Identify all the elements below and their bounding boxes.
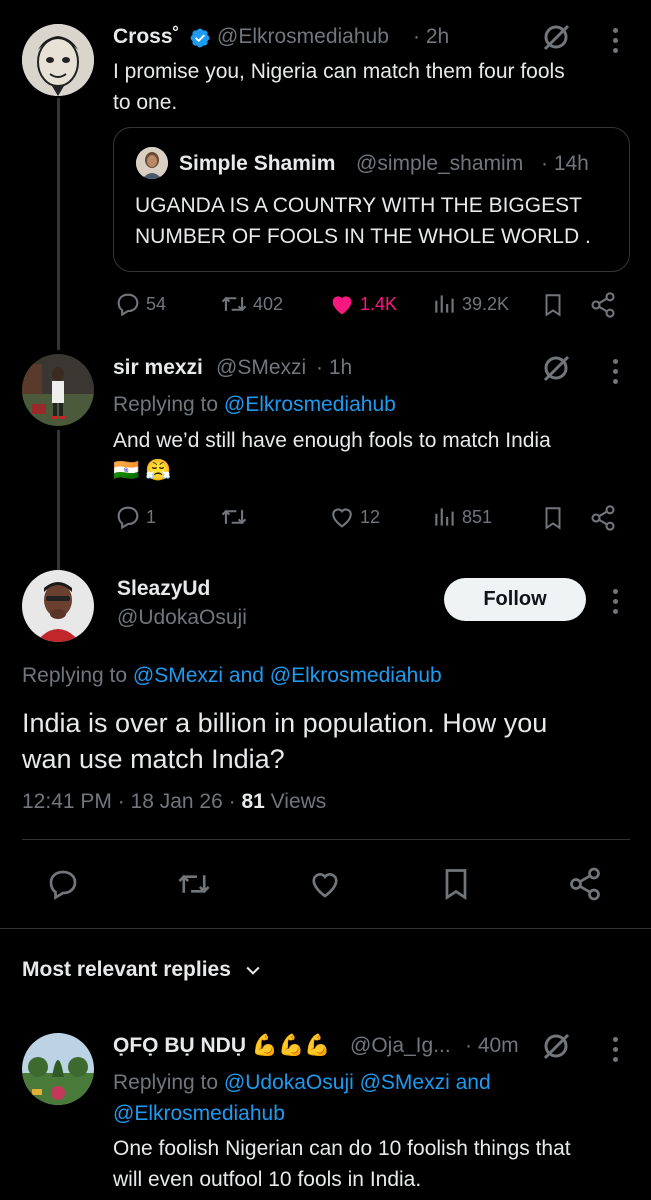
more-options-icon[interactable]	[611, 1037, 619, 1062]
like-count: 12	[360, 506, 381, 527]
share-icon[interactable]	[589, 291, 617, 319]
share-icon[interactable]	[567, 866, 603, 902]
replying-to: Replying to @UdokaOsuji @SMexzi and	[113, 1067, 491, 1098]
more-options-icon[interactable]	[611, 28, 619, 53]
tweet-text-line: to one.	[113, 91, 178, 114]
avatar[interactable]	[22, 354, 94, 426]
quote-timestamp[interactable]: · 14h	[541, 152, 589, 176]
replies-sort-label: Most relevant replies	[22, 958, 231, 981]
reply-icon	[117, 293, 139, 317]
reply-button[interactable]: 1	[114, 503, 156, 531]
tweet-meta: 12:41 PM · 18 Jan 26 · 81 Views	[22, 790, 326, 814]
chevron-down-icon	[246, 966, 260, 975]
heart-icon[interactable]	[307, 866, 343, 902]
views-button[interactable]: 39.2K	[432, 290, 509, 318]
like-button[interactable]: 1.4K	[328, 290, 397, 318]
replies-sort-dropdown[interactable]: Most relevant replies	[22, 958, 263, 982]
tweet-text-line: I promise you, Nigeria can match them fo…	[113, 60, 565, 83]
repost-button[interactable]	[219, 503, 249, 531]
more-options-icon[interactable]	[611, 359, 619, 384]
author-handle[interactable]: @SMexzi	[216, 356, 306, 380]
divider	[22, 839, 630, 840]
repost-icon	[221, 296, 247, 312]
bookmark-icon[interactable]	[540, 291, 566, 319]
avatar[interactable]	[22, 24, 94, 96]
main-tweet-text-line: India is over a billion in population. H…	[22, 708, 548, 738]
grok-icon[interactable]	[541, 353, 571, 383]
grok-icon[interactable]	[541, 1031, 571, 1061]
main-tweet-text-line: wan use match India?	[22, 744, 285, 774]
author-name[interactable]: sir mexzi	[113, 356, 203, 380]
more-options-icon[interactable]	[611, 589, 619, 614]
tweet-timestamp[interactable]: 12:41 PM · 18 Jan 26 ·	[22, 790, 241, 813]
reply-count: 54	[146, 293, 167, 314]
replying-to: Replying to @SMexzi and @Elkrosmediahub	[22, 660, 442, 691]
tweet-text-line: And we’d still have enough fools to matc…	[113, 429, 551, 452]
tweet-text-line: will even outfool 10 fools in India.	[113, 1168, 422, 1191]
author-name[interactable]: SleazyUd	[117, 577, 210, 601]
replying-to-link[interactable]: @SMexzi and @Elkrosmediahub	[133, 664, 442, 687]
bookmark-icon[interactable]	[540, 504, 566, 532]
thread-line	[57, 98, 60, 350]
timestamp[interactable]: · 40m	[465, 1034, 519, 1058]
views-count: 851	[462, 506, 493, 527]
quote-author-name[interactable]: Simple Shamim	[179, 152, 335, 176]
reply-count: 1	[146, 506, 157, 527]
section-divider	[0, 928, 651, 929]
repost-count: 402	[253, 293, 284, 314]
quote-author-handle[interactable]: @simple_shamim	[356, 152, 523, 176]
like-button[interactable]: 12	[328, 503, 380, 531]
heart-icon	[332, 508, 352, 528]
like-count: 1.4K	[360, 293, 398, 314]
bookmark-icon[interactable]	[438, 866, 474, 902]
replying-to: Replying to @Elkrosmediahub	[113, 389, 396, 420]
views-count: 81	[241, 790, 265, 813]
verified-badge-icon	[190, 28, 210, 48]
grok-icon[interactable]	[541, 22, 571, 52]
reply-icon[interactable]	[45, 866, 81, 902]
author-name[interactable]: Cross˚	[113, 25, 180, 49]
repost-icon[interactable]	[175, 866, 213, 902]
repost-icon	[221, 509, 247, 525]
quote-text-line: UGANDA IS A COUNTRY WITH THE BIGGEST	[135, 194, 582, 217]
author-handle[interactable]: @UdokaOsuji	[117, 606, 247, 630]
views-button[interactable]: 851	[432, 503, 492, 531]
replying-to-prefix: Replying to	[22, 664, 133, 687]
timestamp[interactable]: · 2h	[413, 25, 449, 49]
replying-to-prefix: Replying to	[113, 393, 224, 416]
author-name[interactable]: ỌFỌ BỤ NDỤ 💪💪💪	[113, 1034, 330, 1058]
timestamp[interactable]: · 1h	[316, 356, 352, 380]
avatar[interactable]	[22, 570, 94, 642]
tweet-emoji: 🇮🇳 😤	[113, 459, 172, 482]
views-count: 39.2K	[462, 293, 510, 314]
views-label: Views	[264, 790, 327, 813]
reply-icon	[117, 506, 139, 530]
replying-to-link[interactable]: @UdokaOsuji @SMexzi and	[224, 1071, 491, 1094]
quote-text-line: NUMBER OF FOOLS IN THE WHOLE WORLD .	[135, 225, 591, 248]
quote-avatar[interactable]	[136, 147, 168, 179]
replying-to-link[interactable]: @Elkrosmediahub	[113, 1098, 285, 1129]
replying-to-link[interactable]: @Elkrosmediahub	[224, 393, 396, 416]
repost-button[interactable]: 402	[219, 290, 283, 318]
avatar[interactable]	[22, 1033, 94, 1105]
heart-filled-icon	[332, 296, 352, 315]
views-icon	[435, 295, 454, 313]
author-handle[interactable]: @Elkrosmediahub	[217, 25, 389, 49]
follow-button[interactable]: Follow	[444, 578, 586, 621]
share-icon[interactable]	[589, 504, 617, 532]
author-handle[interactable]: @Oja_Ig...	[350, 1034, 451, 1058]
thread-line	[57, 430, 60, 570]
views-icon	[435, 508, 454, 526]
replying-to-prefix: Replying to	[113, 1071, 224, 1094]
tweet-text-line: One foolish Nigerian can do 10 foolish t…	[113, 1137, 571, 1160]
reply-button[interactable]: 54	[114, 290, 166, 318]
